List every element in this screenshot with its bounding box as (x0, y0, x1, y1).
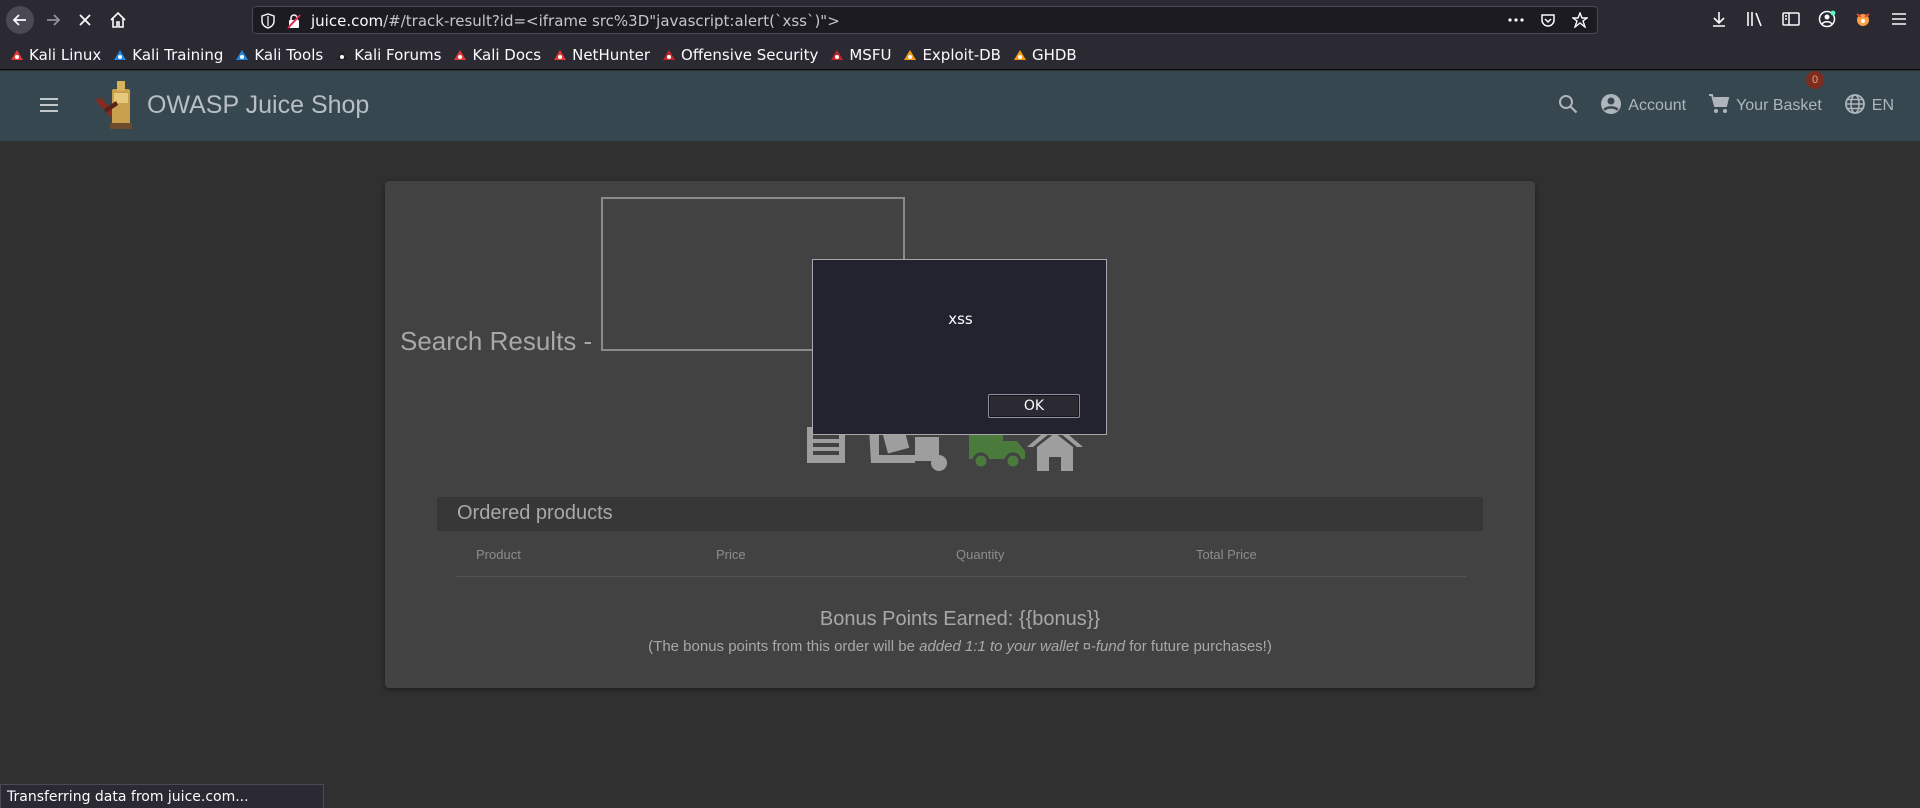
column-total-price: Total Price (1196, 547, 1257, 562)
account-label: Account (1628, 97, 1687, 114)
basket-label: Your Basket (1736, 97, 1822, 114)
globe-icon (1844, 93, 1866, 120)
home-icon[interactable] (104, 6, 132, 34)
overflow-menu-icon[interactable] (1888, 8, 1910, 30)
search-button[interactable] (1558, 94, 1578, 119)
page-actions-menu-icon[interactable] (1507, 11, 1525, 29)
status-bar: Transferring data from juice.com... (0, 784, 324, 808)
stop-loading-icon[interactable] (71, 6, 99, 34)
bookmarks-toolbar: Kali Linux Kali Training Kali Tools Kali Fo… (0, 40, 1920, 70)
firefox-account-icon[interactable] (1816, 8, 1838, 30)
bookmark-star-icon[interactable] (1571, 11, 1589, 29)
url-host: juice.com (311, 12, 384, 30)
column-quantity: Quantity (956, 547, 1005, 562)
bookmark-label: Kali Forums (354, 45, 442, 64)
bonus-note-emphasis: added 1:1 to your wallet ¤-fund (919, 638, 1126, 655)
extension-fox-icon[interactable] (1852, 8, 1874, 30)
bookmark-item[interactable]: GHDB (1013, 46, 1077, 64)
kali-tools-icon (235, 48, 249, 62)
nethunter-icon (553, 48, 567, 62)
url-text[interactable]: juice.com/#/track-result?id=<iframe src%… (311, 12, 840, 30)
offsec-icon (662, 48, 676, 62)
basket-button[interactable]: Your Basket 0 (1708, 70, 1825, 120)
sidebar-icon[interactable] (1780, 8, 1802, 30)
account-button[interactable]: Account (1600, 93, 1686, 120)
track-result-page: Search Results - Ordered products Produc… (0, 141, 1920, 808)
column-product: Product (476, 547, 521, 562)
tracking-protection-shield-icon[interactable] (261, 13, 275, 33)
bookmark-item[interactable]: Offensive Security (662, 46, 818, 64)
bookmark-label: Exploit-DB (922, 45, 1001, 64)
bookmark-label: Kali Training (132, 45, 224, 64)
browser-nav-bar: juice.com/#/track-result?id=<iframe src%… (0, 0, 1920, 40)
ordered-products-title: Ordered products (457, 502, 613, 524)
bonus-points-note: (The bonus points from this order will b… (385, 638, 1535, 655)
kali-icon (10, 48, 24, 62)
bookmark-item[interactable]: Exploit-DB (903, 46, 1001, 64)
bookmark-label: Kali Linux (29, 45, 102, 64)
bookmark-item[interactable]: Kali Training (113, 46, 223, 64)
bookmark-item[interactable]: Kali Tools (235, 46, 323, 64)
library-icon[interactable] (1744, 8, 1766, 30)
language-label: EN (1871, 97, 1894, 114)
bookmark-label: GHDB (1031, 45, 1077, 64)
bookmark-item[interactable]: NetHunter (553, 46, 650, 64)
shopping-cart-icon (1708, 93, 1730, 120)
exploitdb-icon (903, 48, 917, 62)
bookmark-label: Kali Docs (472, 45, 542, 64)
juice-shop-logo[interactable] (90, 79, 138, 133)
search-results-heading: Search Results - (400, 326, 593, 356)
bonus-note-after: for future purchases!) (1125, 638, 1272, 655)
forward-arrow-icon[interactable] (39, 6, 67, 34)
search-icon (1558, 94, 1578, 119)
basket-count-badge: 0 (1806, 70, 1825, 89)
pocket-icon[interactable] (1539, 11, 1557, 29)
ordered-products-columns: Product Price Quantity Total Price (456, 547, 1466, 577)
account-circle-icon (1600, 93, 1622, 120)
kali-docs-icon (453, 48, 467, 62)
bonus-note-before: (The bonus points from this order will b… (648, 638, 920, 655)
app-toolbar: OWASP Juice Shop Account Your Basket 0 E… (0, 70, 1920, 141)
url-path: /#/track-result?id=<iframe src%3D"javasc… (383, 12, 840, 30)
ordered-products-header: Ordered products (437, 497, 1483, 531)
downloads-icon[interactable] (1708, 8, 1730, 30)
bookmark-label: NetHunter (572, 45, 651, 64)
column-price: Price (716, 547, 746, 562)
msfu-icon (830, 48, 844, 62)
alert-dialog: xss OK (812, 259, 1107, 435)
language-button[interactable]: EN (1844, 93, 1894, 120)
bookmark-label: Kali Tools (254, 45, 324, 64)
kali-training-icon (113, 48, 127, 62)
bookmark-label: MSFU (849, 45, 892, 64)
kali-forums-icon (335, 48, 349, 62)
insecure-connection-icon[interactable] (287, 13, 301, 33)
app-title[interactable]: OWASP Juice Shop (147, 91, 369, 120)
bookmark-item[interactable]: Kali Linux (10, 46, 101, 64)
bonus-points-heading: Bonus Points Earned: {{bonus}} (819, 608, 1101, 630)
bookmark-item[interactable]: Kali Docs (453, 46, 541, 64)
ghdb-icon (1013, 48, 1027, 62)
bookmark-item[interactable]: Kali Forums (335, 46, 441, 64)
url-bar[interactable]: juice.com/#/track-result?id=<iframe src%… (252, 6, 1598, 34)
bookmark-item[interactable]: MSFU (830, 46, 891, 64)
bookmark-label: Offensive Security (681, 45, 819, 64)
alert-message: xss (948, 310, 973, 328)
menu-icon[interactable] (38, 94, 62, 118)
back-arrow-icon[interactable] (6, 6, 34, 34)
alert-ok-button[interactable]: OK (988, 394, 1080, 418)
